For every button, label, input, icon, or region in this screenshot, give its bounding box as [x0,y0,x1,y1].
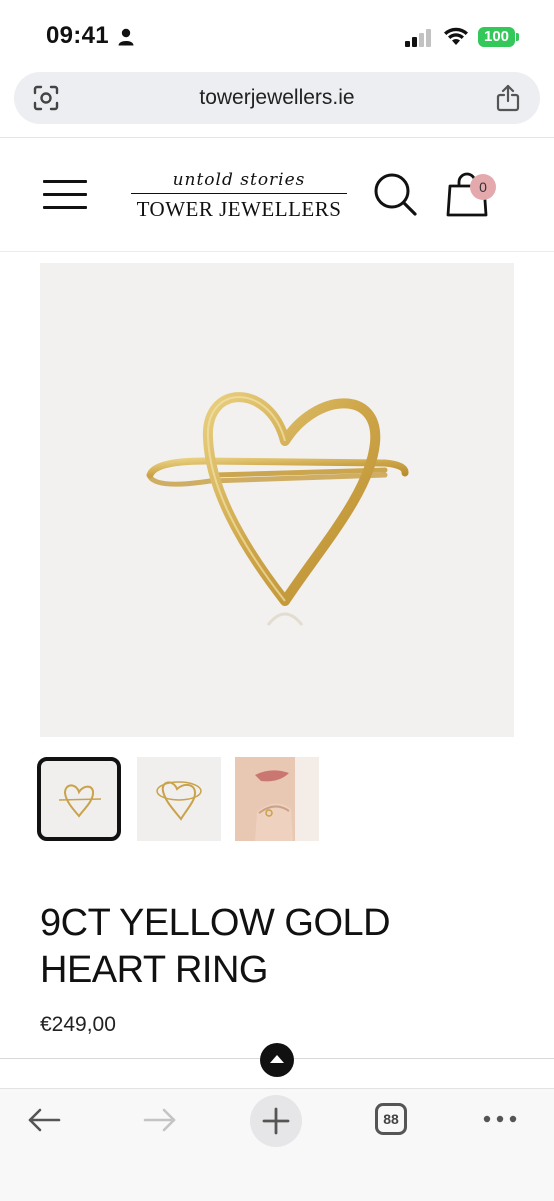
browser-toolbar: 88 [0,1088,554,1201]
status-time: 09:41 [46,22,109,49]
battery-indicator: 100 [478,27,515,47]
cellular-signal-icon [405,29,433,52]
battery-tip [516,33,519,41]
logo-tagline: untold stories [172,170,306,190]
thumbnail-image [58,784,102,818]
header-divider [0,251,554,252]
thumbnail-image [235,757,319,841]
menu-bar-top [43,180,87,183]
share-icon[interactable] [496,84,520,117]
address-bar[interactable]: towerjewellers.ie [14,72,540,124]
search-icon[interactable] [372,171,420,224]
forward-arrow-icon[interactable] [142,1105,178,1140]
logo-wordmark: TOWER JEWELLERS [136,197,342,221]
wifi-icon [443,26,469,51]
product-title: 9CT YELLOW GOLD HEART RING [40,902,391,991]
site-logo[interactable]: untold stories TOWER JEWELLERS [125,168,353,228]
new-tab-button[interactable] [250,1095,302,1147]
thumbnail-heart-ring-worn[interactable] [235,757,319,841]
cart-count-badge: 0 [470,174,496,200]
logo-rule [131,193,347,194]
product-price: €249,00 [40,1013,116,1036]
plus-icon [262,1107,290,1135]
url-text[interactable]: towerjewellers.ie [14,86,540,110]
caret-up-icon [270,1055,284,1063]
scroll-to-top-button[interactable] [260,1043,294,1077]
heart-ring-image [146,392,409,626]
more-options-icon[interactable] [482,1111,518,1129]
status-bar: 09:41 100 [0,0,554,70]
menu-button[interactable] [43,180,87,210]
tab-switcher-button[interactable]: 88 [375,1103,407,1135]
product-main-image[interactable] [40,263,514,737]
thumbnail-heart-ring-front[interactable] [37,757,121,841]
thumbnail-heart-ring-angle[interactable] [137,757,221,841]
menu-bar-bottom [43,206,87,209]
back-arrow-icon[interactable] [26,1105,62,1140]
menu-bar-middle [43,193,87,196]
site-header: untold stories TOWER JEWELLERS 0 [0,138,554,250]
thumbnail-image [156,781,202,821]
person-icon [118,28,134,51]
